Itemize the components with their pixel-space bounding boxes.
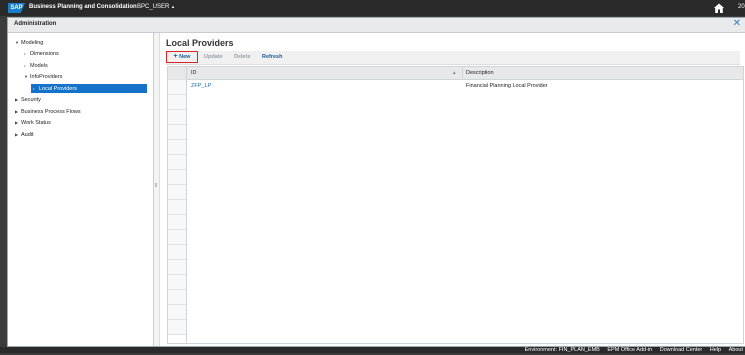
top-bar: SAP Business Planning and Consolidation … <box>0 0 745 16</box>
home-icon[interactable] <box>713 2 725 14</box>
chevron-down-icon: ▲ <box>171 4 175 9</box>
tree-item-audit[interactable]: ▶ Audit <box>15 130 34 139</box>
tree-item-local-providers[interactable]: • Local Providers <box>31 84 147 93</box>
row-selector[interactable] <box>168 80 186 95</box>
splitter-grip-icon[interactable]: ‖ <box>155 183 157 189</box>
select-all-cell[interactable] <box>168 67 186 80</box>
row-selector[interactable] <box>168 305 186 320</box>
row-selector[interactable] <box>168 125 186 140</box>
content-pane: Local Providers + New Update Delete Refr… <box>160 33 745 346</box>
sap-logo: SAP <box>8 3 25 13</box>
sort-icon[interactable]: ▲ <box>452 70 456 75</box>
row-selector[interactable] <box>168 185 186 200</box>
tree-item-business-process-flows[interactable]: ▶ Business Process Flows <box>15 107 81 116</box>
delete-button[interactable]: Delete <box>234 54 251 60</box>
help-link[interactable]: Help <box>710 347 721 353</box>
table-header: ID ▲ Description <box>168 67 743 80</box>
row-selector[interactable] <box>168 260 186 275</box>
table-row[interactable]: ZFP_LP Financial Planning Local Provider <box>186 80 743 94</box>
row-selector[interactable] <box>168 215 186 230</box>
user-name: BPC_USER <box>137 4 170 10</box>
tree-item-label: Local Providers <box>39 86 77 92</box>
row-selector[interactable] <box>168 95 186 110</box>
row-selector[interactable] <box>168 230 186 245</box>
column-divider[interactable] <box>462 67 463 79</box>
navigation-tree: ▼ Modeling • Dimensions • Models ▼ InfoProvi… <box>8 33 154 346</box>
plus-icon: + <box>173 53 178 60</box>
status-links: Environment: FIN_PLAN_EMB EPM Office Add… <box>519 346 743 355</box>
tree-item-label: Business Process Flows <box>21 109 81 115</box>
row-selector[interactable] <box>168 200 186 215</box>
new-button[interactable]: + New <box>166 51 198 63</box>
tree-item-label: Modeling <box>21 40 44 46</box>
tree-item-models[interactable]: • Models <box>24 61 48 70</box>
window-header: Administration ✕ <box>8 18 745 33</box>
tree-item-dimensions[interactable]: • Dimensions <box>24 49 59 58</box>
provider-id-link[interactable]: ZFP_LP <box>191 83 211 89</box>
epm-office-addin-link[interactable]: EPM Office Add-in <box>607 347 652 353</box>
about-link[interactable]: About <box>729 347 743 353</box>
row-selector[interactable] <box>168 290 186 305</box>
row-selector[interactable] <box>168 170 186 185</box>
row-selector[interactable] <box>168 140 186 155</box>
status-bar: Environment: FIN_PLAN_EMB EPM Office Add… <box>0 347 745 353</box>
provider-description: Financial Planning Local Provider <box>466 83 548 89</box>
row-selector[interactable] <box>168 245 186 260</box>
page-title: Local Providers <box>166 38 234 48</box>
tree-item-label: InfoProviders <box>30 74 63 80</box>
column-header-id[interactable]: ID <box>191 70 197 76</box>
refresh-button[interactable]: Refresh <box>262 54 282 60</box>
row-selector-column <box>168 67 187 343</box>
tree-item-label: Models <box>30 63 48 69</box>
row-selector[interactable] <box>168 275 186 290</box>
tree-item-label: Dimensions <box>30 51 59 57</box>
providers-table: ID ▲ Description ZFP_LP Financial Planni… <box>167 66 744 344</box>
administration-window: Administration ✕ ▼ Modeling • Dimensions •… <box>7 17 745 347</box>
window-title: Administration <box>14 21 57 27</box>
column-header-description[interactable]: Description <box>466 70 494 76</box>
tree-item-work-status[interactable]: ▶ Work Status <box>15 118 51 127</box>
row-selector[interactable] <box>168 155 186 170</box>
new-button-label: New <box>179 54 191 60</box>
toolbar: + New Update Delete Refresh <box>166 51 740 65</box>
environment-label: Environment: FIN_PLAN_EMB <box>524 347 600 353</box>
tree-item-label: Security <box>21 97 41 103</box>
tree-item-infoproviders[interactable]: ▼ InfoProviders <box>24 72 62 81</box>
top-right-text: 20 <box>738 4 745 10</box>
row-selector[interactable] <box>168 110 186 125</box>
tree-item-label: Audit <box>21 132 34 138</box>
close-icon[interactable]: ✕ <box>733 19 741 29</box>
row-selector[interactable] <box>168 320 186 335</box>
tree-item-security[interactable]: ▶ Security <box>15 95 41 104</box>
update-button[interactable]: Update <box>204 54 223 60</box>
tree-item-modeling[interactable]: ▼ Modeling <box>15 38 43 47</box>
download-center-link[interactable]: Download Center <box>660 347 703 353</box>
tree-item-label: Work Status <box>21 120 51 126</box>
app-title: Business Planning and Consolidation <box>29 4 137 10</box>
user-menu[interactable]: BPC_USER ▲ <box>137 4 175 10</box>
